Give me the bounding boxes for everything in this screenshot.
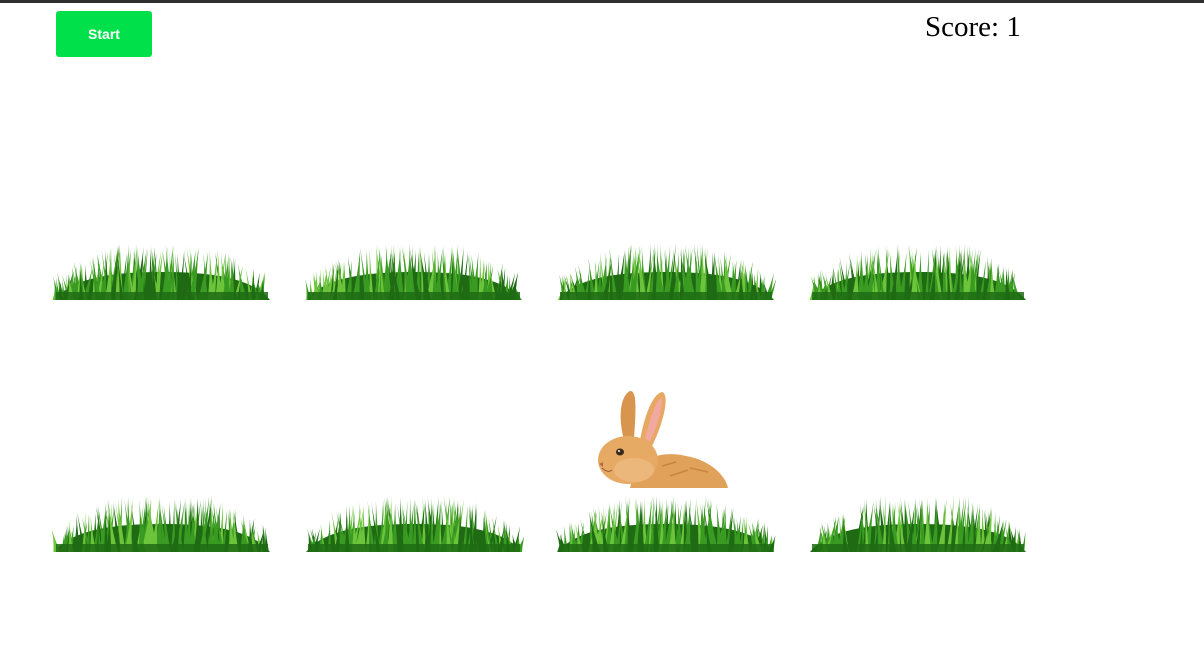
grass-hole-r1-c4[interactable] [808,238,1028,300]
top-border [0,0,1204,3]
grass-hole-r2-c2[interactable] [304,490,524,552]
grass-icon [305,243,522,300]
start-button[interactable]: Start [56,11,152,57]
grass-icon [557,243,776,300]
grass-icon [556,495,776,552]
score-display: Score: 1 [925,11,1021,43]
grass-hole-r2-c3[interactable] [556,490,776,552]
grass-icon [810,495,1026,552]
grass-hole-r2-c1[interactable] [52,490,272,552]
grass-icon [306,495,524,552]
grass-hole-r1-c2[interactable] [304,238,524,300]
grass-hole-r2-c4[interactable] [808,490,1028,552]
rabbit-icon[interactable] [590,388,730,488]
grass-icon [52,495,270,552]
grass-icon [52,243,270,300]
grass-hole-r1-c1[interactable] [52,238,272,300]
grass-hole-r1-c3[interactable] [556,238,776,300]
grass-icon [809,243,1026,300]
